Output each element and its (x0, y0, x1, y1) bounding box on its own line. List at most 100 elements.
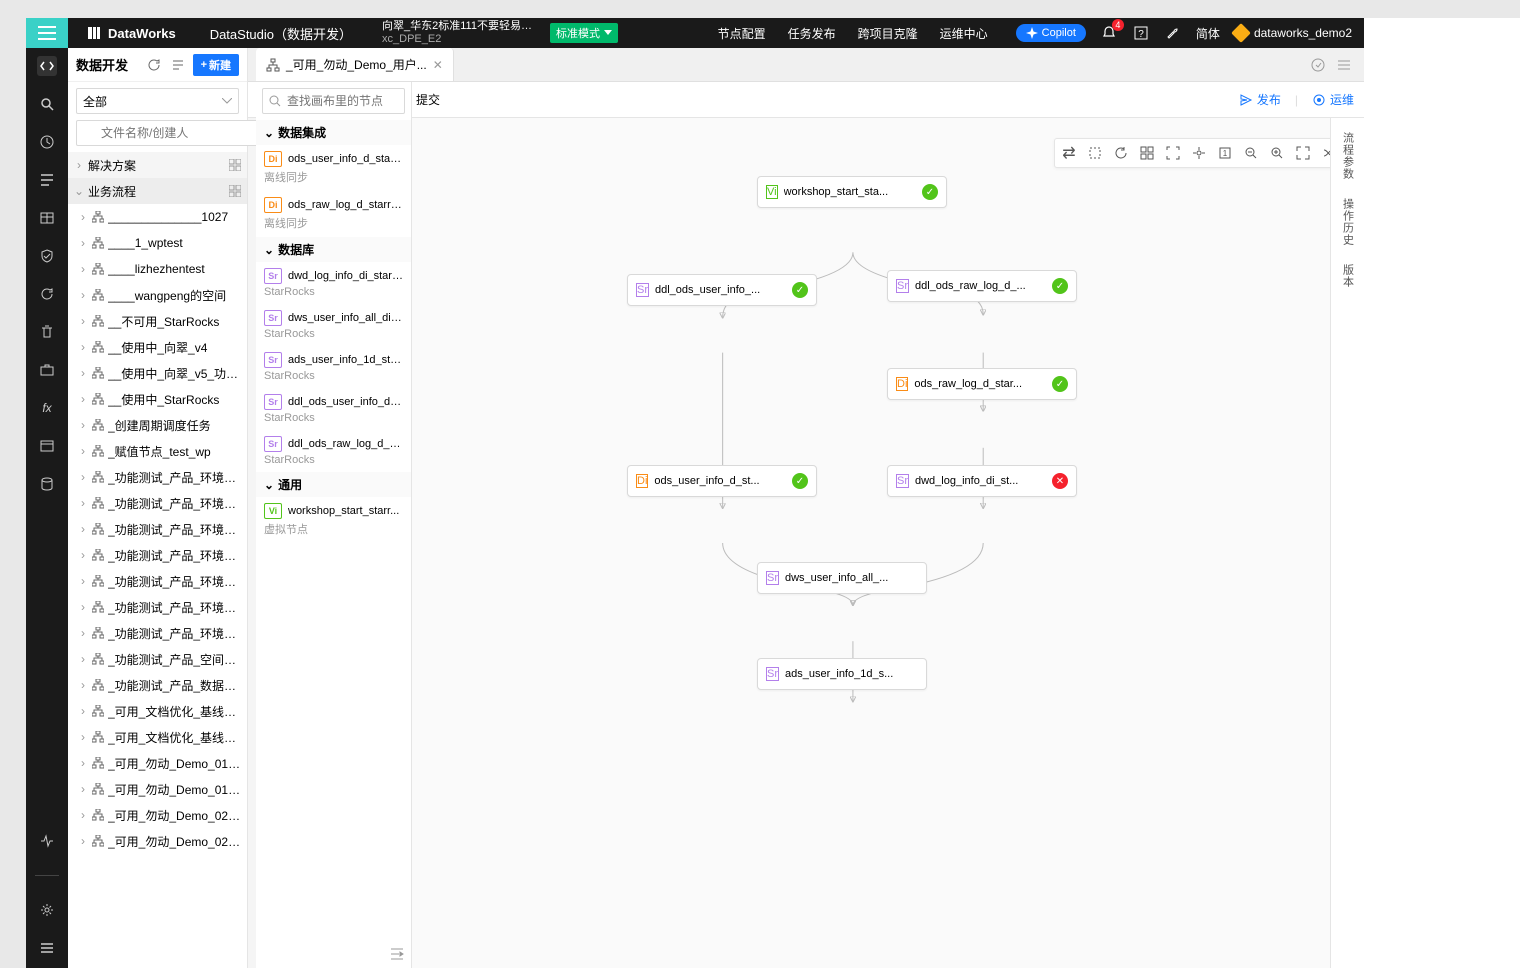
node-list-item[interactable]: Srddl_ods_user_info_d_...StarRocks (256, 388, 411, 430)
publish-button[interactable]: 发布 (1239, 91, 1281, 108)
tree-item[interactable]: ›_功能测试_产品_环境准备 (68, 464, 247, 490)
tree-search-input[interactable] (76, 120, 263, 146)
flow-node-ads-user-info[interactable]: Sr ads_user_info_1d_s... (757, 658, 927, 690)
tree-item[interactable]: ›_可用_勿动_Demo_01使用 (68, 750, 247, 776)
tree-item[interactable]: ›_功能测试_产品_环境准备 (68, 542, 247, 568)
tree-item[interactable]: ›_可用_勿动_Demo_02趣加 (68, 828, 247, 854)
actual-size-icon[interactable]: 1 (1217, 145, 1233, 161)
tree-item[interactable]: ›_功能测试_产品_数据迁移 (68, 672, 247, 698)
rail-database-icon[interactable] (37, 474, 57, 494)
flow-node-workshop-start[interactable]: Vi workshop_start_sta... ✓ (757, 176, 947, 208)
tree-group-flows[interactable]: ⌄业务流程 (68, 178, 247, 204)
rail-table-icon[interactable] (37, 208, 57, 228)
tree-item[interactable]: ›_创建周期调度任务 (68, 412, 247, 438)
zoom-out-icon[interactable] (1243, 145, 1259, 161)
tree-item[interactable]: ›_可用_勿动_Demo_02趣加 (68, 802, 247, 828)
tree-item[interactable]: ›_功能测试_产品_环境准备 (68, 594, 247, 620)
tree-item[interactable]: ›_功能测试_产品_空间参数 (68, 646, 247, 672)
rail-list-icon[interactable] (37, 170, 57, 190)
node-list-item[interactable]: Srdws_user_info_all_di_...StarRocks (256, 304, 411, 346)
node-search-input[interactable] (262, 88, 405, 114)
rail-search-icon[interactable] (37, 94, 57, 114)
new-button[interactable]: + 新建 (193, 54, 239, 76)
close-tab-icon[interactable]: ✕ (433, 58, 443, 72)
refresh-icon[interactable] (1113, 145, 1129, 161)
workspace-tag[interactable]: dataworks_demo2 (1234, 26, 1352, 40)
tree-item[interactable]: ›_可用_文档优化_基线实例 (68, 698, 247, 724)
nav-task-publish[interactable]: 任务发布 (788, 25, 836, 42)
rail-tab-history[interactable]: 操作历史 (1340, 198, 1356, 246)
node-list-item[interactable]: Srddl_ods_raw_log_d_st...StarRocks (256, 430, 411, 472)
tree-group-solutions[interactable]: ›解决方案 (68, 152, 247, 178)
grid-icon[interactable] (1139, 145, 1155, 161)
rail-tab-version[interactable]: 版本 (1340, 264, 1356, 288)
zoom-in-icon[interactable] (1269, 145, 1285, 161)
tree-item[interactable]: ›_可用_勿动_Demo_01使用 (68, 776, 247, 802)
rail-clock-icon[interactable] (37, 132, 57, 152)
flow-node-ddl-raw-log[interactable]: Sr ddl_ods_raw_log_d_... ✓ (887, 270, 1077, 302)
flow-node-ods-user-info[interactable]: Di ods_user_info_d_st... ✓ (627, 465, 817, 497)
tree-item[interactable]: ›__不可用_StarRocks (68, 308, 247, 334)
active-tab[interactable]: _可用_勿动_Demo_用户... ✕ (256, 48, 454, 81)
tab-menu-icon[interactable] (1336, 57, 1352, 73)
tree-item[interactable]: ›____1_wptest (68, 230, 247, 256)
node-list-item[interactable]: Diods_raw_log_d_starro...离线同步 (256, 191, 411, 237)
flow-node-dws-user-info[interactable]: Sr dws_user_info_all_... (757, 562, 927, 594)
notification-icon[interactable]: 4 (1100, 24, 1118, 42)
tree-item[interactable]: ›______________1027 (68, 204, 247, 230)
flow-node-dwd-log-info[interactable]: Sr dwd_log_info_di_st... ✕ (887, 465, 1077, 497)
filter-select[interactable]: 全部 (76, 88, 239, 114)
nav-node-config[interactable]: 节点配置 (718, 25, 766, 42)
tree-item[interactable]: ›_功能测试_产品_环境准备 (68, 516, 247, 542)
refresh-icon[interactable] (145, 56, 163, 74)
rail-window-icon[interactable] (37, 436, 57, 456)
rail-shield-icon[interactable] (37, 246, 57, 266)
tree-item[interactable]: ›__使用中_向翠_v5_功能验 (68, 360, 247, 386)
node-list-item[interactable]: Srdwd_log_info_di_starr...StarRocks (256, 262, 411, 304)
tree-item[interactable]: ›____wangpeng的空间 (68, 282, 247, 308)
copilot-button[interactable]: Copilot (1016, 24, 1086, 42)
center-icon[interactable] (1191, 145, 1207, 161)
rail-fx-icon[interactable]: fx (37, 398, 57, 418)
help-icon[interactable]: ? (1132, 24, 1150, 42)
location-icon[interactable] (169, 56, 187, 74)
node-list-item[interactable]: Srads_user_info_1d_sta...StarRocks (256, 346, 411, 388)
fullscreen-icon[interactable] (1295, 145, 1311, 161)
rail-menu-icon[interactable] (37, 938, 57, 958)
node-list-item[interactable]: Diods_user_info_d_starr...离线同步 (256, 145, 411, 191)
nav-cross-project[interactable]: 跨项目克隆 (858, 25, 918, 42)
node-group-header[interactable]: ⌄通用 (256, 472, 411, 497)
tree-item[interactable]: ›_功能测试_产品_环境准备 (68, 620, 247, 646)
rail-briefcase-icon[interactable] (37, 360, 57, 380)
tab-history-icon[interactable] (1310, 57, 1326, 73)
flow-canvas[interactable]: Vi workshop_start_sta... ✓ Sr ddl_ods_us… (412, 118, 1364, 968)
rail-activity-icon[interactable] (37, 831, 57, 851)
node-group-header[interactable]: ⌄数据库 (256, 237, 411, 262)
fit-icon[interactable] (1165, 145, 1181, 161)
tree-item[interactable]: ›_功能测试_产品_环境准备 (68, 568, 247, 594)
flow-node-ods-raw-log[interactable]: Di ods_raw_log_d_star... ✓ (887, 368, 1077, 400)
tree-item[interactable]: ›__使用中_向翠_v4 (68, 334, 247, 360)
rail-code-icon[interactable] (37, 56, 57, 76)
studio-label[interactable]: DataStudio（数据开发） (194, 24, 368, 43)
rail-settings-icon[interactable] (37, 900, 57, 920)
ops-button[interactable]: 运维 (1312, 91, 1354, 108)
node-list-item[interactable]: Viworkshop_start_starr...虚拟节点 (256, 497, 411, 543)
select-icon[interactable] (1087, 145, 1103, 161)
flow-node-ddl-user-info[interactable]: Sr ddl_ods_user_info_... ✓ (627, 274, 817, 306)
language-selector[interactable]: 简体 (1196, 25, 1220, 42)
node-group-header[interactable]: ⌄数据集成 (256, 120, 411, 145)
nav-ops-center[interactable]: 运维中心 (940, 25, 988, 42)
tree-item[interactable]: ›_功能测试_产品_环境准备 (68, 490, 247, 516)
tree-item[interactable]: ›____lizhezhentest (68, 256, 247, 282)
rail-tab-params[interactable]: 流程参数 (1340, 132, 1356, 180)
tree-item[interactable]: ›__使用中_StarRocks (68, 386, 247, 412)
rail-refresh-icon[interactable] (37, 284, 57, 304)
tools-icon[interactable] (1164, 24, 1182, 42)
collapse-panel-icon[interactable] (389, 946, 405, 962)
tree-item[interactable]: ›_可用_文档优化_基线实例 (68, 724, 247, 750)
rail-trash-icon[interactable] (37, 322, 57, 342)
brand-logo[interactable]: DataWorks (68, 25, 194, 41)
project-selector[interactable]: 向翠_华东2标准111不要轻易改引 xc_DPE_E2 (368, 20, 548, 46)
swap-icon[interactable]: ⇄ (1061, 145, 1077, 161)
